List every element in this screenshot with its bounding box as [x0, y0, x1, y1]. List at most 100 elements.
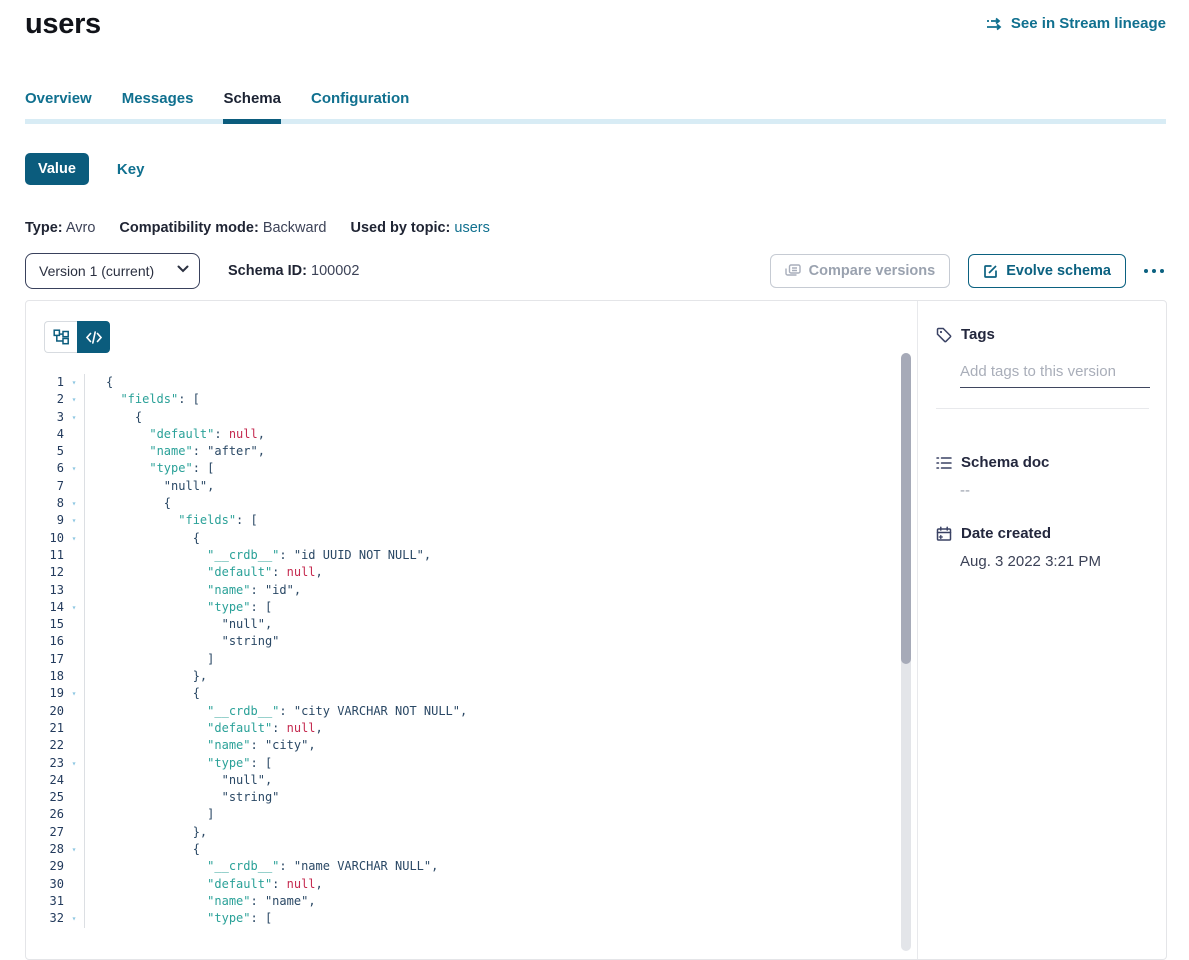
- fold-toggle-icon[interactable]: ▾: [64, 391, 85, 408]
- schema-code-editor[interactable]: 1▾{2▾"fields": [3▾{4"default": null,5"na…: [26, 374, 893, 959]
- code-text: "__crdb__": "id UUID NOT NULL",: [106, 547, 431, 564]
- fold-gutter: [64, 633, 85, 650]
- code-scrollbar-track[interactable]: [901, 353, 911, 951]
- date-created-section: Date created Aug. 3 2022 3:21 PM: [936, 525, 1149, 570]
- code-view-button[interactable]: [77, 321, 110, 353]
- code-line: 27},: [26, 824, 893, 841]
- tab-configuration[interactable]: Configuration: [311, 90, 409, 124]
- fold-gutter: [64, 858, 85, 875]
- line-number: 5: [26, 443, 64, 460]
- fold-toggle-icon[interactable]: ▾: [64, 910, 85, 927]
- schema-panel: 1▾{2▾"fields": [3▾{4"default": null,5"na…: [25, 300, 1167, 960]
- code-text: },: [106, 824, 207, 841]
- topic-link[interactable]: users: [454, 220, 489, 236]
- code-line: 14▾"type": [: [26, 599, 893, 616]
- code-line: 19▾{: [26, 685, 893, 702]
- type-value: Avro: [66, 220, 96, 236]
- code-line: 23▾ "type": [: [26, 755, 893, 772]
- fold-gutter: [64, 806, 85, 823]
- code-line: 3▾ {: [26, 409, 893, 426]
- fold-gutter: [64, 703, 85, 720]
- tree-view-button[interactable]: [44, 321, 77, 353]
- stream-lineage-icon: [986, 17, 1004, 31]
- code-text: },: [106, 668, 207, 685]
- edit-icon: [983, 264, 998, 279]
- code-text: "fields": [: [106, 512, 258, 529]
- code-text: "type": [: [106, 755, 272, 772]
- see-in-stream-lineage-link[interactable]: See in Stream lineage: [986, 15, 1166, 32]
- line-number: 11: [26, 547, 64, 564]
- schema-meta-row: Type: Avro Compatibility mode: Backward …: [25, 220, 490, 236]
- fold-toggle-icon[interactable]: ▾: [64, 512, 85, 529]
- fold-gutter: [64, 443, 85, 460]
- code-line: 31"name": "name",: [26, 893, 893, 910]
- code-text: {: [106, 841, 200, 858]
- line-number: 6: [26, 460, 64, 477]
- tag-icon: [936, 327, 952, 343]
- tab-schema[interactable]: Schema: [223, 90, 281, 124]
- version-bar: Version 1 (current) Schema ID: 100002 Co…: [25, 253, 1166, 289]
- fold-gutter: [64, 668, 85, 685]
- code-line: 28▾{: [26, 841, 893, 858]
- evolve-schema-button[interactable]: Evolve schema: [968, 254, 1126, 288]
- fold-toggle-icon[interactable]: ▾: [64, 841, 85, 858]
- compare-versions-label: Compare versions: [809, 263, 936, 279]
- line-number: 23: [26, 755, 64, 772]
- fold-toggle-icon[interactable]: ▾: [64, 409, 85, 426]
- line-number: 32: [26, 910, 64, 927]
- code-text: "string": [106, 789, 279, 806]
- compare-versions-button[interactable]: Compare versions: [770, 254, 951, 288]
- code-text: "name": "city",: [106, 737, 316, 754]
- calendar-icon: [936, 526, 952, 542]
- line-number: 26: [26, 806, 64, 823]
- view-mode-toggle: [44, 321, 110, 353]
- fold-gutter: [64, 478, 85, 495]
- value-toggle-button[interactable]: Value: [25, 153, 89, 185]
- more-options-button[interactable]: [1142, 263, 1166, 279]
- page-title: users: [25, 8, 101, 41]
- add-tags-input[interactable]: [960, 363, 1150, 388]
- code-text: "null",: [106, 772, 272, 789]
- code-text: "type": [: [106, 910, 272, 927]
- fold-toggle-icon[interactable]: ▾: [64, 685, 85, 702]
- code-line: 9▾"fields": [: [26, 512, 893, 529]
- fold-gutter: [64, 720, 85, 737]
- code-text: "default": null,: [106, 720, 323, 737]
- key-toggle-button[interactable]: Key: [117, 161, 145, 178]
- fold-toggle-icon[interactable]: ▾: [64, 755, 85, 772]
- code-text: "default": null,: [106, 564, 323, 581]
- line-number: 10: [26, 530, 64, 547]
- fold-gutter: [64, 772, 85, 789]
- code-text: {: [106, 409, 142, 426]
- code-text: "name": "id",: [106, 582, 301, 599]
- evolve-schema-label: Evolve schema: [1006, 263, 1111, 279]
- fold-toggle-icon[interactable]: ▾: [64, 530, 85, 547]
- code-text: {: [106, 495, 171, 512]
- code-text: ]: [106, 651, 214, 668]
- line-number: 1: [26, 374, 64, 391]
- code-line: 32▾ "type": [: [26, 910, 893, 927]
- tab-overview[interactable]: Overview: [25, 90, 92, 124]
- tab-messages[interactable]: Messages: [122, 90, 194, 124]
- fold-toggle-icon[interactable]: ▾: [64, 599, 85, 616]
- used-by-topic: Used by topic: users: [350, 220, 489, 236]
- schema-code-pane: 1▾{2▾"fields": [3▾{4"default": null,5"na…: [26, 301, 917, 959]
- code-line: 22"name": "city",: [26, 737, 893, 754]
- schema-page: users See in Stream lineage Overview Mes…: [0, 0, 1189, 916]
- line-number: 19: [26, 685, 64, 702]
- code-text: "type": [: [106, 599, 272, 616]
- fold-gutter: [64, 737, 85, 754]
- fold-gutter: [64, 616, 85, 633]
- line-number: 24: [26, 772, 64, 789]
- schema-id-value: 100002: [311, 263, 359, 279]
- line-number: 18: [26, 668, 64, 685]
- fold-toggle-icon[interactable]: ▾: [64, 374, 85, 391]
- line-number: 3: [26, 409, 64, 426]
- code-scrollbar-thumb[interactable]: [901, 353, 911, 664]
- version-select[interactable]: Version 1 (current): [25, 253, 200, 289]
- value-key-toggle: Value Key: [25, 153, 144, 185]
- fold-gutter: [64, 547, 85, 564]
- fold-toggle-icon[interactable]: ▾: [64, 495, 85, 512]
- code-line: 5"name": "after",: [26, 443, 893, 460]
- fold-toggle-icon[interactable]: ▾: [64, 460, 85, 477]
